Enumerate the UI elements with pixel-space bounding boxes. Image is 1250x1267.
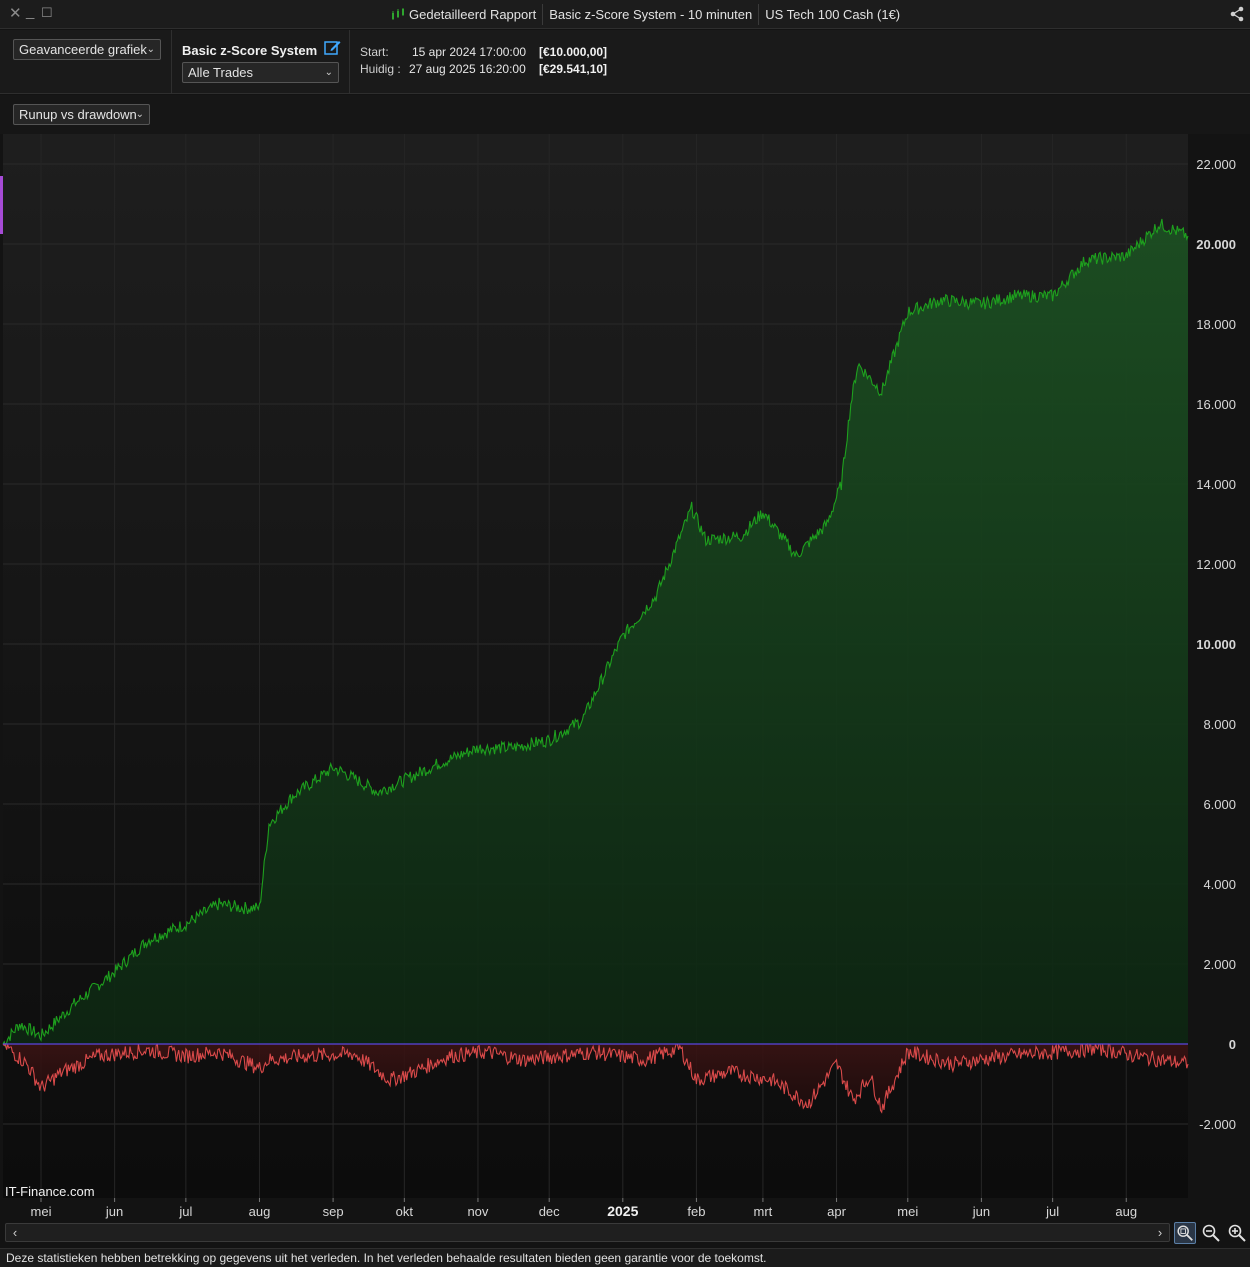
- y-tick-label: 10.000: [1196, 637, 1236, 652]
- chevron-down-icon: ⌄: [135, 109, 144, 120]
- start-date: 15 apr 2024 17:00:00: [412, 45, 527, 59]
- view-select[interactable]: Geavanceerde grafiek ⌄: [13, 39, 161, 60]
- chart-type-select-value: Runup vs drawdown: [19, 107, 137, 122]
- tab-instrument[interactable]: US Tech 100 Cash (1€): [759, 4, 906, 25]
- title-tabs: Gedetailleerd Rapport Basic z-Score Syst…: [384, 4, 906, 25]
- toolbar-divider: [349, 30, 350, 94]
- maximize-icon[interactable]: ☐: [41, 4, 53, 22]
- x-tick-label: apr: [827, 1204, 846, 1219]
- x-tick-label: jun: [105, 1204, 123, 1219]
- y-tick-label: 22.000: [1196, 157, 1236, 172]
- x-tick-label: jul: [1045, 1204, 1059, 1219]
- y-tick-label: 14.000: [1196, 477, 1236, 492]
- y-tick-label: 2.000: [1203, 957, 1236, 972]
- y-tick-label: 18.000: [1196, 317, 1236, 332]
- x-tick-label: dec: [539, 1204, 560, 1219]
- y-tick-label: 4.000: [1203, 877, 1236, 892]
- view-select-value: Geavanceerde grafiek: [19, 42, 147, 57]
- y-tick-label: 16.000: [1196, 397, 1236, 412]
- trades-select-value: Alle Trades: [188, 65, 254, 80]
- y-tick-label: -2.000: [1199, 1117, 1236, 1132]
- watermark: IT-Finance.com: [5, 1184, 95, 1199]
- current-label: Huidig :: [360, 62, 401, 76]
- left-edge-marker: [0, 176, 3, 234]
- zoom-out-icon[interactable]: [1200, 1222, 1222, 1244]
- disclaimer-text: Deze statistieken hebben betrekking op g…: [0, 1248, 1250, 1267]
- x-tick-label: sep: [323, 1204, 344, 1219]
- x-tick-label: mrt: [754, 1204, 773, 1219]
- y-tick-label: 20.000: [1196, 237, 1236, 252]
- y-tick-label: 0: [1229, 1037, 1236, 1052]
- zoom-fit-icon[interactable]: [1174, 1222, 1196, 1244]
- share-icon[interactable]: [1229, 6, 1245, 22]
- trades-select[interactable]: Alle Trades ⌄: [182, 62, 339, 83]
- chart-selector-bar: Runup vs drawdown ⌄: [0, 95, 1250, 134]
- zoom-in-icon[interactable]: [1226, 1222, 1248, 1244]
- system-name: Basic z-Score System: [182, 43, 318, 58]
- x-tick-label: nov: [467, 1204, 488, 1219]
- edit-icon[interactable]: [324, 39, 341, 56]
- x-axis: mei jun jul aug sep okt nov dec 2025 feb mrt apr mei…: [31, 1198, 1137, 1219]
- close-icon[interactable]: ✕: [9, 5, 22, 23]
- x-tick-label: feb: [687, 1204, 705, 1219]
- current-value: [€29.541,10]: [539, 62, 608, 76]
- scroll-left-icon[interactable]: ‹: [8, 1224, 22, 1241]
- report-toolbar: Geavanceerde grafiek ⌄ Basic z-Score Syst…: [0, 30, 1250, 94]
- x-tick-label: aug: [249, 1204, 271, 1219]
- x-tick-label: aug: [1115, 1204, 1137, 1219]
- x-tick-label: mei: [897, 1204, 918, 1219]
- x-tick-label: jul: [178, 1204, 192, 1219]
- tab-system[interactable]: Basic z-Score System - 10 minuten: [543, 4, 760, 25]
- x-tick-label: okt: [396, 1204, 414, 1219]
- start-value: [€10.000,00]: [539, 45, 608, 59]
- minimize-icon[interactable]: _: [26, 3, 34, 21]
- scroll-right-icon[interactable]: ›: [1153, 1224, 1167, 1241]
- chart-svg: 22.000 20.000 18.000 16.000 14.000 12.000 10.0…: [0, 134, 1236, 1219]
- y-tick-label: 12.000: [1196, 557, 1236, 572]
- x-tick-label: mei: [31, 1204, 52, 1219]
- tab-detailed-report-label: Gedetailleerd Rapport: [409, 7, 537, 22]
- x-tick-label: jun: [972, 1204, 990, 1219]
- chevron-down-icon: ⌄: [324, 67, 333, 78]
- chart-scrollbar[interactable]: ‹ ›: [5, 1223, 1170, 1242]
- y-axis: 22.000 20.000 18.000 16.000 14.000 12.000 10.0…: [1196, 157, 1236, 1132]
- chevron-down-icon: ⌄: [146, 44, 155, 55]
- chart-type-select[interactable]: Runup vs drawdown ⌄: [13, 104, 150, 125]
- current-date: 27 aug 2025 16:20:00: [409, 62, 526, 76]
- toolbar-divider: [171, 30, 172, 94]
- start-label: Start:: [360, 45, 389, 59]
- y-tick-label: 6.000: [1203, 797, 1236, 812]
- x-tick-label: 2025: [607, 1203, 638, 1219]
- tab-detailed-report[interactable]: Gedetailleerd Rapport: [384, 4, 544, 25]
- y-tick-label: 8.000: [1203, 717, 1236, 732]
- window-titlebar: ✕ _ ☐ Gedetailleerd Rapport Basic z-Scor…: [0, 0, 1250, 29]
- candlestick-icon: [392, 8, 404, 20]
- runup-drawdown-chart: 22.000 20.000 18.000 16.000 14.000 12.000 10.0…: [0, 134, 1250, 1220]
